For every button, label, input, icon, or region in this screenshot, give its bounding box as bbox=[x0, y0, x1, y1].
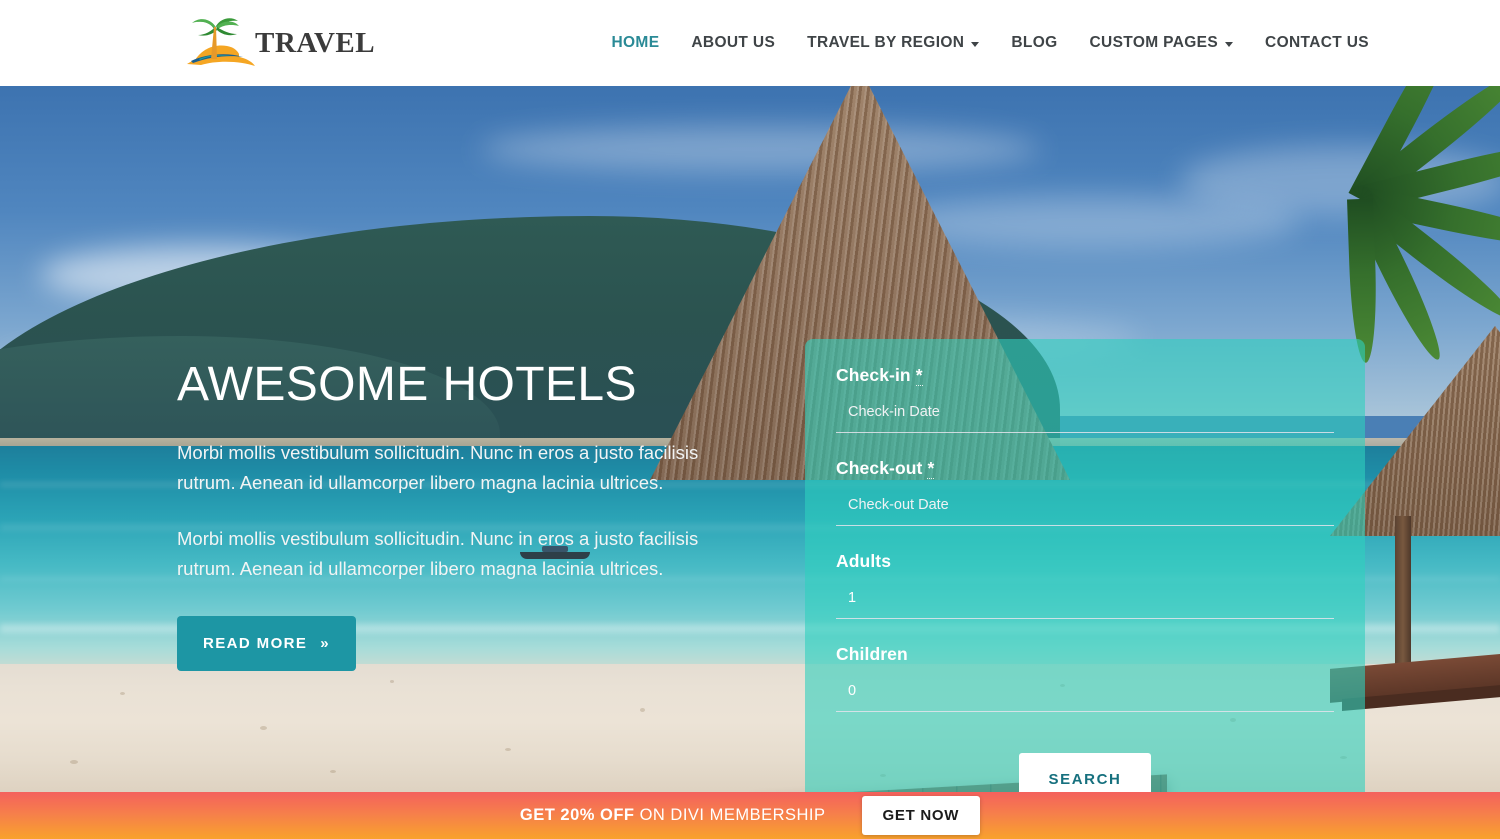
site-header: TRAVEL HOME ABOUT US TRAVEL BY REGION BL… bbox=[0, 0, 1500, 86]
nav-item-home[interactable]: HOME bbox=[595, 34, 675, 52]
checkin-label-text: Check-in bbox=[836, 365, 911, 385]
nav-label-custom-pages: CUSTOM PAGES bbox=[1089, 34, 1219, 51]
nav-label-contact-us: CONTACT US bbox=[1265, 34, 1369, 51]
palm-fronds bbox=[1210, 86, 1500, 366]
checkout-date-input[interactable] bbox=[836, 497, 1334, 526]
main-navigation: HOME ABOUT US TRAVEL BY REGION BLOG CUST… bbox=[595, 0, 1385, 86]
read-more-button[interactable]: READ MORE » bbox=[177, 615, 357, 671]
adults-input[interactable] bbox=[836, 590, 1334, 619]
checkout-field-group: Check-out * bbox=[836, 458, 1334, 545]
chevron-down-icon bbox=[971, 41, 980, 47]
booking-search-form: Check-in * Check-out * Adults Children bbox=[805, 339, 1365, 792]
hero-section: AWESOME HOTELS Morbi mollis vestibulum s… bbox=[0, 86, 1500, 792]
promo-highlight: GET 20% OFF bbox=[519, 806, 635, 824]
hero-title: AWESOME HOTELS bbox=[177, 358, 637, 411]
logo-text: TRAVEL bbox=[255, 26, 376, 59]
nav-label-home: HOME bbox=[611, 34, 660, 51]
checkin-label: Check-in * bbox=[836, 365, 1334, 386]
palm-tree-logo-icon bbox=[181, 14, 259, 72]
nav-item-travel-by-region[interactable]: TRAVEL BY REGION bbox=[791, 34, 995, 52]
get-now-button[interactable]: GET NOW bbox=[861, 796, 981, 835]
checkin-date-input[interactable] bbox=[836, 404, 1334, 433]
nav-label-blog: BLOG bbox=[1011, 34, 1058, 51]
hero-paragraph-2: Morbi mollis vestibulum sollicitudin. Nu… bbox=[177, 527, 699, 579]
site-logo[interactable]: TRAVEL bbox=[181, 13, 375, 73]
required-marker: * bbox=[927, 458, 935, 479]
read-more-label: READ MORE bbox=[203, 634, 308, 652]
double-chevron-right-icon: » bbox=[320, 634, 331, 652]
nav-item-about-us[interactable]: ABOUT US bbox=[675, 34, 791, 52]
nav-item-blog[interactable]: BLOG bbox=[995, 34, 1073, 52]
checkin-field-group: Check-in * bbox=[836, 365, 1334, 452]
promo-bar: GET 20% OFF ON DIVI MEMBERSHIP GET NOW bbox=[0, 792, 1500, 839]
checkout-label-text: Check-out bbox=[836, 458, 923, 478]
children-input[interactable] bbox=[836, 683, 1334, 712]
nav-label-travel-by-region: TRAVEL BY REGION bbox=[807, 34, 965, 51]
adults-label: Adults bbox=[836, 551, 892, 571]
page-root: TRAVEL HOME ABOUT US TRAVEL BY REGION BL… bbox=[0, 0, 1500, 839]
search-button[interactable]: SEARCH bbox=[1018, 753, 1152, 792]
children-field-group: Children bbox=[836, 644, 1334, 731]
promo-rest: ON DIVI MEMBERSHIP bbox=[634, 806, 826, 824]
checkout-label: Check-out * bbox=[836, 458, 1334, 479]
nav-item-custom-pages[interactable]: CUSTOM PAGES bbox=[1074, 34, 1250, 52]
chevron-down-icon bbox=[1225, 41, 1234, 47]
adults-field-group: Adults bbox=[836, 551, 1334, 638]
hero-paragraph-1: Morbi mollis vestibulum sollicitudin. Nu… bbox=[177, 441, 699, 493]
children-label: Children bbox=[836, 644, 908, 664]
promo-message: GET 20% OFF ON DIVI MEMBERSHIP bbox=[520, 806, 826, 825]
hero-content: AWESOME HOTELS Morbi mollis vestibulum s… bbox=[177, 358, 737, 671]
nav-label-about-us: ABOUT US bbox=[691, 34, 776, 51]
search-button-row: SEARCH bbox=[836, 753, 1334, 792]
required-marker: * bbox=[915, 365, 923, 386]
nav-item-contact-us[interactable]: CONTACT US bbox=[1249, 34, 1385, 52]
